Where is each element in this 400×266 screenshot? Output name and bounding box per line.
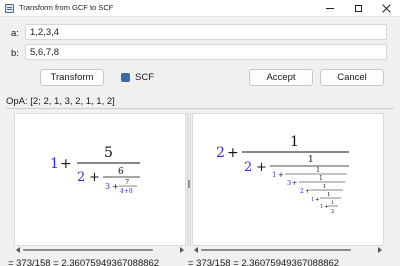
gcf-plus-3: + bbox=[112, 182, 119, 191]
scroll-left-arrow-icon[interactable] bbox=[194, 247, 198, 253]
field-a-label: a: bbox=[11, 28, 19, 39]
gcf-term-1: 1 bbox=[50, 156, 59, 172]
gcf-denominator-3: 4+8 bbox=[120, 188, 133, 195]
window-title: Transform from GCF to SCF bbox=[19, 3, 114, 12]
field-b-input[interactable]: 5,6,7,8 bbox=[25, 44, 387, 60]
scroll-left-arrow-icon[interactable] bbox=[16, 247, 20, 253]
scrollbar-thumb[interactable] bbox=[23, 249, 153, 251]
accept-button[interactable]: Accept bbox=[249, 69, 313, 86]
maximize-icon bbox=[354, 4, 362, 12]
scf-plus-2: + bbox=[278, 171, 284, 179]
field-b-label: b: bbox=[11, 48, 19, 59]
gcf-numerator-1: 5 bbox=[104, 145, 113, 161]
scf-numerator-1: 1 bbox=[308, 155, 314, 165]
scf-term-1: 2 bbox=[244, 160, 252, 175]
scf-term-5: 1 bbox=[311, 197, 315, 203]
scf-numerator-6: 1 bbox=[331, 200, 334, 206]
gcf-plus-1: + bbox=[60, 156, 72, 172]
minimize-icon bbox=[326, 7, 334, 9]
field-a-input[interactable]: 1,2,3,4 bbox=[25, 24, 387, 40]
gcf-numerator-3: 7 bbox=[125, 178, 129, 186]
scf-formula: 2 + 1 2 + 1 1 + 1 3 + 1 2 + 1 1 + 1 1 + … bbox=[216, 134, 349, 215]
scroll-right-arrow-icon[interactable] bbox=[378, 247, 382, 253]
gcf-term-2: 2 bbox=[77, 170, 85, 185]
scf-checkbox-label: SCF bbox=[135, 72, 154, 83]
scf-plus-4: + bbox=[305, 188, 310, 195]
gcf-plus-2: + bbox=[89, 170, 100, 185]
maximize-button[interactable] bbox=[344, 0, 372, 16]
opa-result-text: OpA: [2; 2, 1, 3, 2, 1, 1, 2] bbox=[6, 96, 115, 107]
gcf-formula: 1 + 5 2 + 6 3 + 7 4+8 bbox=[50, 145, 140, 195]
scf-numerator-0: 1 bbox=[290, 134, 299, 150]
scf-term-0: 2 bbox=[216, 145, 225, 161]
scf-term-6: 1 bbox=[320, 204, 324, 210]
gcf-render-panel: 1 + 5 2 + 6 3 + 7 4+8 bbox=[14, 113, 186, 246]
scf-value-result: = 373/158 = 2.36075949367088862 bbox=[188, 258, 340, 266]
scf-numerator-5: 1 bbox=[327, 192, 331, 198]
scf-checkbox[interactable] bbox=[121, 73, 130, 82]
app-window-icon bbox=[5, 4, 14, 13]
gcf-numerator-2: 6 bbox=[118, 167, 124, 177]
scf-term-3: 3 bbox=[287, 179, 291, 187]
gcf-horizontal-scrollbar[interactable] bbox=[14, 246, 186, 253]
scf-plus-5: + bbox=[315, 197, 320, 203]
scf-numerator-2: 1 bbox=[316, 166, 320, 174]
close-icon bbox=[382, 4, 391, 13]
cancel-button[interactable]: Cancel bbox=[320, 69, 384, 86]
transform-button[interactable]: Transform bbox=[40, 69, 104, 86]
scf-term-2: 1 bbox=[272, 171, 276, 179]
separator bbox=[6, 108, 394, 109]
gcf-value-result: = 373/158 = 2.36075949367088862 bbox=[8, 258, 160, 266]
scf-term-4: 2 bbox=[300, 188, 304, 195]
scf-term-7: 2 bbox=[331, 209, 335, 215]
close-button[interactable] bbox=[372, 0, 400, 16]
scf-plus-3: + bbox=[292, 179, 297, 187]
title-bar: Transform from GCF to SCF bbox=[0, 0, 400, 17]
minimize-button[interactable] bbox=[316, 0, 344, 16]
scf-plus-1: + bbox=[256, 160, 267, 175]
scf-numerator-4: 1 bbox=[323, 184, 327, 190]
gcf-term-3: 3 bbox=[105, 182, 110, 191]
scf-numerator-3: 1 bbox=[319, 175, 323, 182]
scroll-right-arrow-icon[interactable] bbox=[180, 247, 184, 253]
scf-plus-0: + bbox=[227, 145, 239, 161]
scf-plus-6: + bbox=[324, 204, 329, 210]
scrollbar-thumb[interactable] bbox=[201, 249, 351, 251]
splitter-grip bbox=[188, 180, 190, 188]
scf-render-panel: 2 + 1 2 + 1 1 + 1 3 + 1 2 + 1 1 + 1 1 + … bbox=[192, 113, 384, 246]
scf-horizontal-scrollbar[interactable] bbox=[192, 246, 384, 253]
